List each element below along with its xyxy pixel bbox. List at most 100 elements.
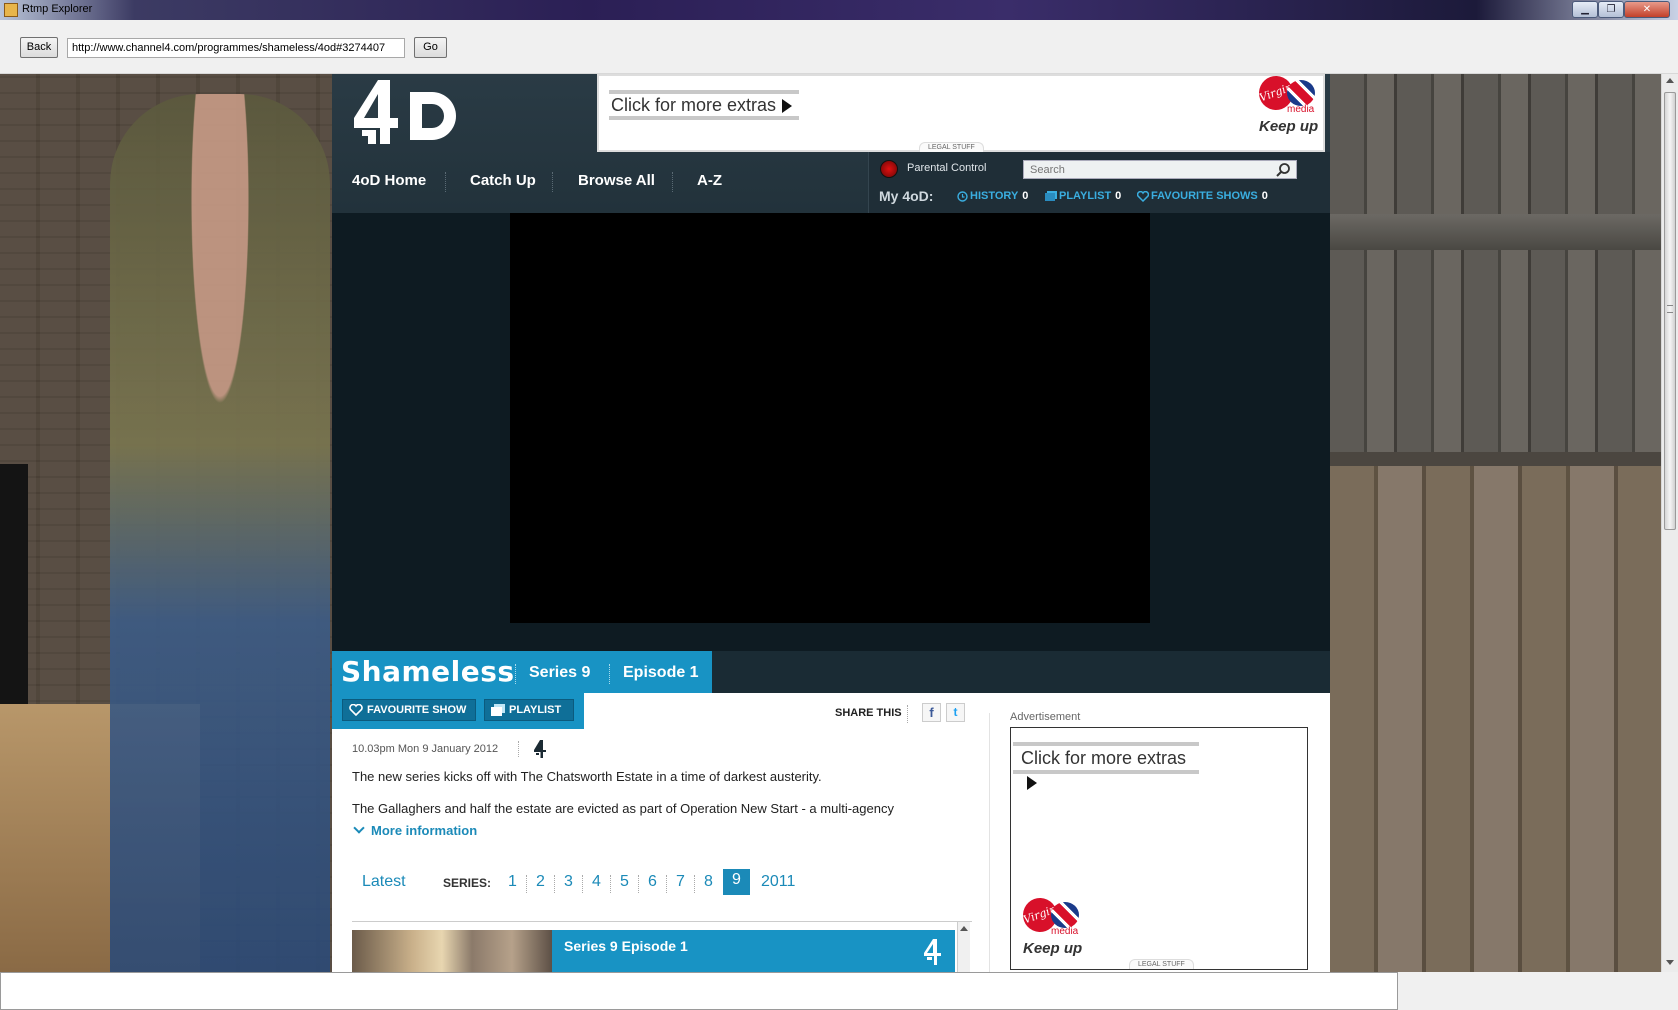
nav-divider [672,172,673,192]
series-tab-7[interactable]: 7 [676,873,685,891]
playlist-count: 0 [1115,190,1122,202]
programme-title-tab: Shameless Series 9 Episode 1 [332,651,712,693]
close-button[interactable]: ✕ [1624,1,1670,18]
site-container: Click for more extras Virgin media Keep … [332,74,1330,972]
series-navigation: Latest SERIES: 1 2 3 4 5 6 7 8 9 2011 [352,863,972,907]
favourite-shows-label: FAVOURITE SHOWS [1151,190,1258,202]
sidebar-advert[interactable]: Click for more extras Virgin media Keep … [1010,727,1308,970]
brand-media-text: media [1051,926,1079,937]
advert-extras-text: Click for more extras [611,95,777,115]
nav-divider [552,172,553,192]
4od-logo[interactable] [350,78,465,150]
advert-extras-link[interactable]: Click for more extras [1013,742,1199,791]
window-titlebar: Rtmp Explorer ▁ ❐ ✕ [0,0,1678,20]
favourite-show-button[interactable]: FAVOURITE SHOW [342,699,476,721]
series-tab-2011[interactable]: 2011 [761,873,795,891]
series-divider [526,875,527,893]
episode-list-scrollbar[interactable] [957,922,970,972]
more-information-link[interactable]: More information [352,822,477,838]
channel4-icon [924,939,941,965]
nav-browse-all[interactable]: Browse All [578,172,655,189]
description-paragraph-2: The Gallaghers and half the estate are e… [352,801,894,816]
sidebar-divider [989,713,990,972]
add-playlist-label: PLAYLIST [509,704,562,716]
series-divider [666,875,667,893]
favourite-show-label: FAVOURITE SHOW [367,704,467,716]
union-flag-icon [1051,902,1079,928]
legal-stuff-tab[interactable]: LEGAL STUFF [919,142,984,152]
address-toolbar: Back Go [0,20,1678,74]
history-count: 0 [1022,190,1029,202]
series-divider [554,875,555,893]
brand-tagline: Keep up [1023,940,1083,957]
nav-divider [445,172,446,192]
playlist-add-icon [491,704,505,716]
go-button[interactable]: Go [414,37,447,58]
share-label: SHARE THIS [835,707,902,719]
chevron-down-icon [353,822,365,834]
facebook-icon[interactable]: f [922,703,941,722]
series-title: Series 9 [529,664,591,681]
airdate-text: 10.03pm Mon 9 January 2012 [352,743,499,755]
episode-title: Episode 1 [623,664,699,681]
minimize-button[interactable]: ▁ [1572,1,1598,18]
airdate-divider [518,741,519,757]
virgin-media-logo: Virgin media Keep up [1254,74,1321,138]
series-tab-9-active[interactable]: 9 [723,869,750,895]
favourite-shows-link[interactable]: FAVOURITE SHOWS 0 [1137,190,1268,202]
share-divider [907,705,908,723]
url-input[interactable] [67,38,405,58]
advertisement-label: Advertisement [1010,711,1081,723]
episode-row[interactable]: Series 9 Episode 1 [352,930,955,972]
search-icon[interactable] [1275,162,1291,178]
channel4-icon [534,740,546,758]
search-input[interactable] [1023,160,1297,179]
series-tab-1[interactable]: 1 [508,873,517,891]
nav-a-z[interactable]: A-Z [697,172,722,189]
parental-control-icon[interactable] [880,160,898,178]
top-advert-banner[interactable]: Click for more extras Virgin media Keep … [597,74,1325,152]
scrollbar-grip-icon [1667,305,1673,313]
series-divider [610,875,611,893]
series-tab-2[interactable]: 2 [536,873,545,891]
latest-tab[interactable]: Latest [362,873,406,891]
my-4od-title: My 4oD: [879,188,934,204]
brand-tagline: Keep up [1259,118,1319,135]
series-divider [694,875,695,893]
series-label: SERIES: [443,876,492,890]
clock-icon [957,190,968,202]
page-scrollbar[interactable] [1661,74,1678,972]
twitter-icon[interactable]: t [946,703,965,722]
programme-actions: FAVOURITE SHOW PLAYLIST [332,693,584,729]
advert-extras-text: Click for more extras [1021,748,1187,768]
scroll-up-icon[interactable] [1666,78,1674,83]
back-button[interactable]: Back [20,37,58,58]
series-divider [582,875,583,893]
player-area [332,213,1330,651]
programme-content: FAVOURITE SHOW PLAYLIST SHARE THIS f t 1… [332,693,1330,972]
output-field[interactable] [0,972,1398,1010]
playlist-icon [1045,191,1057,202]
series-tab-4[interactable]: 4 [592,873,601,891]
playlist-link[interactable]: PLAYLIST 0 [1045,190,1121,202]
parental-control-link[interactable]: Parental Control [907,162,987,174]
series-tab-3[interactable]: 3 [564,873,573,891]
video-player[interactable] [510,213,1150,623]
episode-list: Series 9 Episode 1 [352,921,972,972]
scroll-down-icon[interactable] [1666,960,1674,965]
history-link[interactable]: HISTORY 0 [957,190,1028,202]
series-tab-6[interactable]: 6 [648,873,657,891]
maximize-button[interactable]: ❐ [1598,1,1624,18]
legal-stuff-tab[interactable]: LEGAL STUFF [1129,959,1194,969]
advert-extras-link[interactable]: Click for more extras [609,90,799,120]
my-4od-panel: Parental Control My 4oD: HISTORY0 PLAYLI… [868,152,1330,213]
series-tab-8[interactable]: 8 [704,873,713,891]
scrollbar-thumb[interactable] [1664,92,1676,530]
episode-row-title: Series 9 Episode 1 [564,938,688,954]
history-label: HISTORY [970,190,1019,202]
series-tab-5[interactable]: 5 [620,873,629,891]
nav-4od-home[interactable]: 4oD Home [352,172,426,189]
scroll-up-icon[interactable] [960,926,968,931]
add-playlist-button[interactable]: PLAYLIST [484,699,574,721]
nav-catch-up[interactable]: Catch Up [470,172,536,189]
